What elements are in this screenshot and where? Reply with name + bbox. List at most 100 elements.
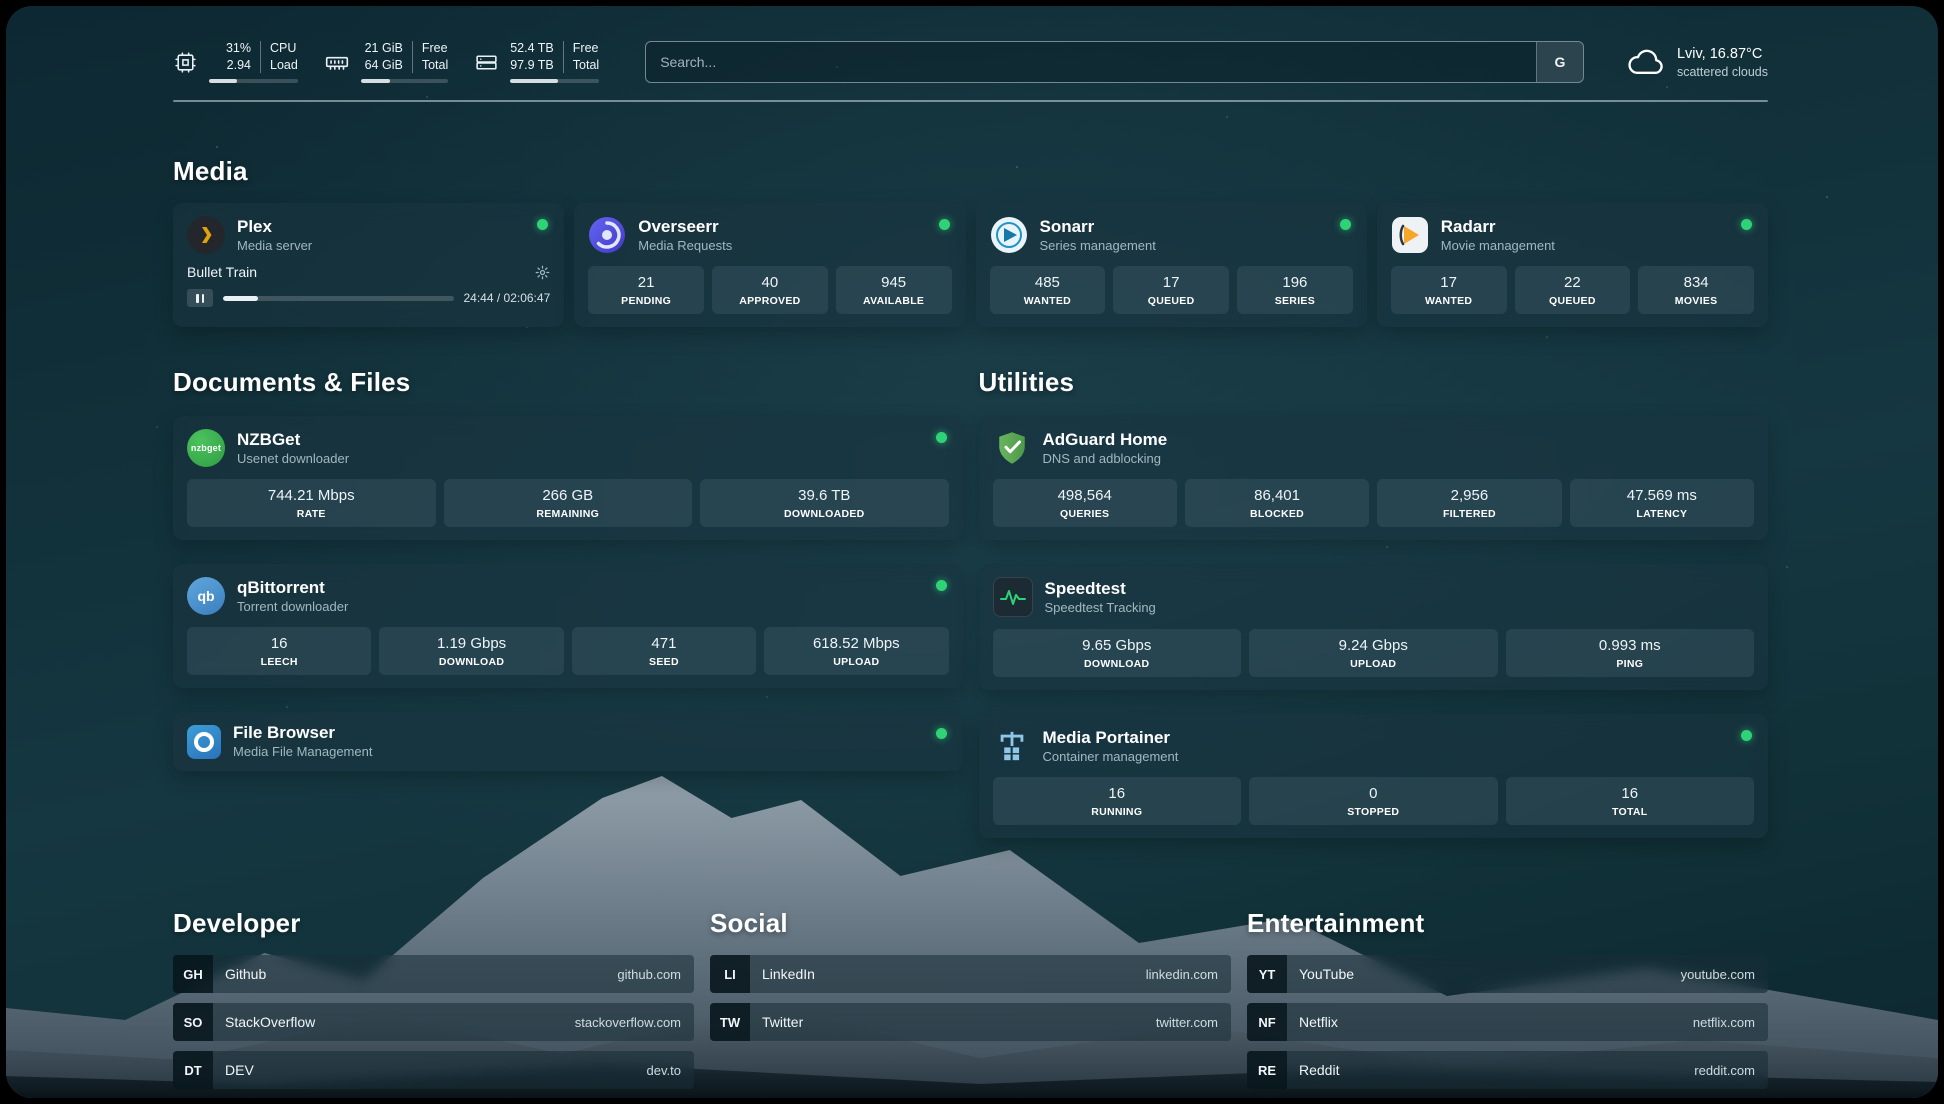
snow-particles — [6, 6, 8, 8]
adguard-icon — [993, 429, 1031, 467]
overseerr-stat-pending: 21PENDING — [588, 266, 704, 314]
qbittorrent-stat-seed: 471SEED — [572, 627, 756, 675]
disk-free-label: Free — [573, 41, 599, 56]
qbittorrent-subtitle: Torrent downloader — [237, 599, 348, 615]
youtube-icon: YT — [1247, 955, 1287, 993]
portainer-icon — [993, 727, 1031, 765]
disk-progress-bar — [510, 79, 599, 83]
nzbget-card[interactable]: nzbget NZBGet Usenet downloader 744.21 M… — [173, 416, 963, 540]
disk-icon — [474, 50, 499, 75]
adguard-card[interactable]: AdGuard Home DNS and adblocking 498,564Q… — [979, 416, 1769, 540]
search-input[interactable] — [646, 54, 1536, 70]
qbittorrent-card[interactable]: qb qBittorrent Torrent downloader 16LEEC… — [173, 564, 963, 688]
topbar-divider — [173, 100, 1768, 102]
cpu-stat: 31% 2.94 CPU Load — [173, 41, 298, 83]
bookmark-url: youtube.com — [1681, 967, 1768, 982]
portainer-name: Media Portainer — [1043, 728, 1179, 748]
bookmark-name: Reddit — [1287, 1062, 1339, 1078]
dev-icon: DT — [173, 1051, 213, 1089]
bookmark-github[interactable]: GH Github github.com — [173, 955, 694, 993]
qbittorrent-icon: qb — [187, 577, 225, 615]
media-section: Media Plex Media server — [173, 156, 1768, 327]
radarr-stat-queued: 22QUEUED — [1515, 266, 1631, 314]
adguard-subtitle: DNS and adblocking — [1043, 451, 1168, 467]
cpu-icon — [173, 50, 198, 75]
search-bar: G — [645, 41, 1584, 83]
portainer-stat-total: 16TOTAL — [1506, 777, 1755, 825]
portainer-subtitle: Container management — [1043, 749, 1179, 765]
top-bar: 31% 2.94 CPU Load — [173, 36, 1768, 88]
bookmark-name: LinkedIn — [750, 966, 815, 982]
overseerr-icon — [588, 216, 626, 254]
radarr-subtitle: Movie management — [1441, 238, 1555, 254]
qbittorrent-name: qBittorrent — [237, 578, 348, 598]
portainer-stat-stopped: 0STOPPED — [1249, 777, 1498, 825]
filebrowser-icon — [187, 725, 221, 759]
sonarr-icon — [990, 216, 1028, 254]
plex-now-playing-title: Bullet Train — [187, 264, 257, 280]
sonarr-card[interactable]: Sonarr Series management 485WANTED 17QUE… — [976, 203, 1367, 327]
linkedin-icon: LI — [710, 955, 750, 993]
documents-section-title: Documents & Files — [173, 367, 963, 398]
documents-column: Documents & Files nzbget NZBGet Usenet d… — [173, 367, 963, 795]
nzbget-stat-remaining: 266 GBREMAINING — [444, 479, 693, 527]
twitter-icon: TW — [710, 1003, 750, 1041]
netflix-icon: NF — [1247, 1003, 1287, 1041]
nzbget-subtitle: Usenet downloader — [237, 451, 349, 467]
overseerr-card[interactable]: Overseerr Media Requests 21PENDING 40APP… — [574, 203, 965, 327]
speedtest-subtitle: Speedtest Tracking — [1045, 600, 1156, 616]
radarr-card[interactable]: Radarr Movie management 17WANTED 22QUEUE… — [1377, 203, 1768, 327]
plex-name: Plex — [237, 217, 312, 237]
plex-progress-fill — [223, 296, 258, 301]
bookmark-name: Github — [213, 966, 266, 982]
media-section-title: Media — [173, 156, 1768, 187]
cpu-usage-value: 31% — [226, 41, 251, 56]
plex-progress-bar[interactable] — [223, 296, 454, 301]
ram-progress-bar — [361, 79, 448, 83]
developer-links: Developer GH Github github.com SO StackO… — [173, 908, 694, 1098]
adguard-stat-blocked: 86,401BLOCKED — [1185, 479, 1369, 527]
portainer-status-dot — [1741, 730, 1752, 741]
radarr-icon — [1391, 216, 1429, 254]
bookmark-linkedin[interactable]: LI LinkedIn linkedin.com — [710, 955, 1231, 993]
overseerr-name: Overseerr — [638, 217, 732, 237]
bookmark-reddit[interactable]: RE Reddit reddit.com — [1247, 1051, 1768, 1089]
filebrowser-status-dot — [936, 728, 947, 739]
plex-subtitle: Media server — [237, 238, 312, 254]
qbittorrent-status-dot — [936, 580, 947, 591]
ram-total-label: Total — [422, 58, 448, 73]
plex-settings-gear-icon[interactable] — [535, 265, 550, 280]
filebrowser-card[interactable]: File Browser Media File Management — [173, 712, 963, 771]
bookmark-dev[interactable]: DT DEV dev.to — [173, 1051, 694, 1089]
utilities-column: Utilities AdGuard Home — [979, 367, 1769, 862]
bookmark-name: YouTube — [1287, 966, 1354, 982]
bookmark-url: netflix.com — [1693, 1015, 1768, 1030]
nzbget-icon: nzbget — [187, 429, 225, 467]
speedtest-card[interactable]: Speedtest Speedtest Tracking 9.65 GbpsDO… — [979, 564, 1769, 690]
plex-pause-button[interactable] — [187, 289, 213, 307]
speedtest-icon — [993, 577, 1033, 617]
speedtest-stat-ping: 0.993 msPING — [1506, 629, 1755, 677]
qbittorrent-stat-upload: 618.52 MbpsUPLOAD — [764, 627, 948, 675]
entertainment-links: Entertainment YT YouTube youtube.com NF … — [1247, 908, 1768, 1098]
bookmark-twitter[interactable]: TW Twitter twitter.com — [710, 1003, 1231, 1041]
disk-total-label: Total — [573, 58, 599, 73]
plex-card[interactable]: Plex Media server Bullet Train — [173, 203, 564, 327]
cpu-progress-bar — [209, 79, 298, 83]
bookmark-youtube[interactable]: YT YouTube youtube.com — [1247, 955, 1768, 993]
search-engine-button[interactable]: G — [1536, 42, 1583, 82]
ram-stat: 21 GiB 64 GiB Free Total — [324, 41, 448, 83]
disk-total-value: 97.9 TB — [510, 58, 554, 73]
adguard-stat-filtered: 2,956FILTERED — [1377, 479, 1561, 527]
plex-icon — [187, 216, 225, 254]
cpu-label: CPU — [270, 41, 298, 56]
sonarr-subtitle: Series management — [1040, 238, 1156, 254]
adguard-name: AdGuard Home — [1043, 430, 1168, 450]
bookmark-url: github.com — [617, 967, 694, 982]
portainer-card[interactable]: Media Portainer Container management 16R… — [979, 714, 1769, 838]
bookmark-stackoverflow[interactable]: SO StackOverflow stackoverflow.com — [173, 1003, 694, 1041]
sonarr-name: Sonarr — [1040, 217, 1156, 237]
bookmark-netflix[interactable]: NF Netflix netflix.com — [1247, 1003, 1768, 1041]
nzbget-name: NZBGet — [237, 430, 349, 450]
radarr-name: Radarr — [1441, 217, 1555, 237]
